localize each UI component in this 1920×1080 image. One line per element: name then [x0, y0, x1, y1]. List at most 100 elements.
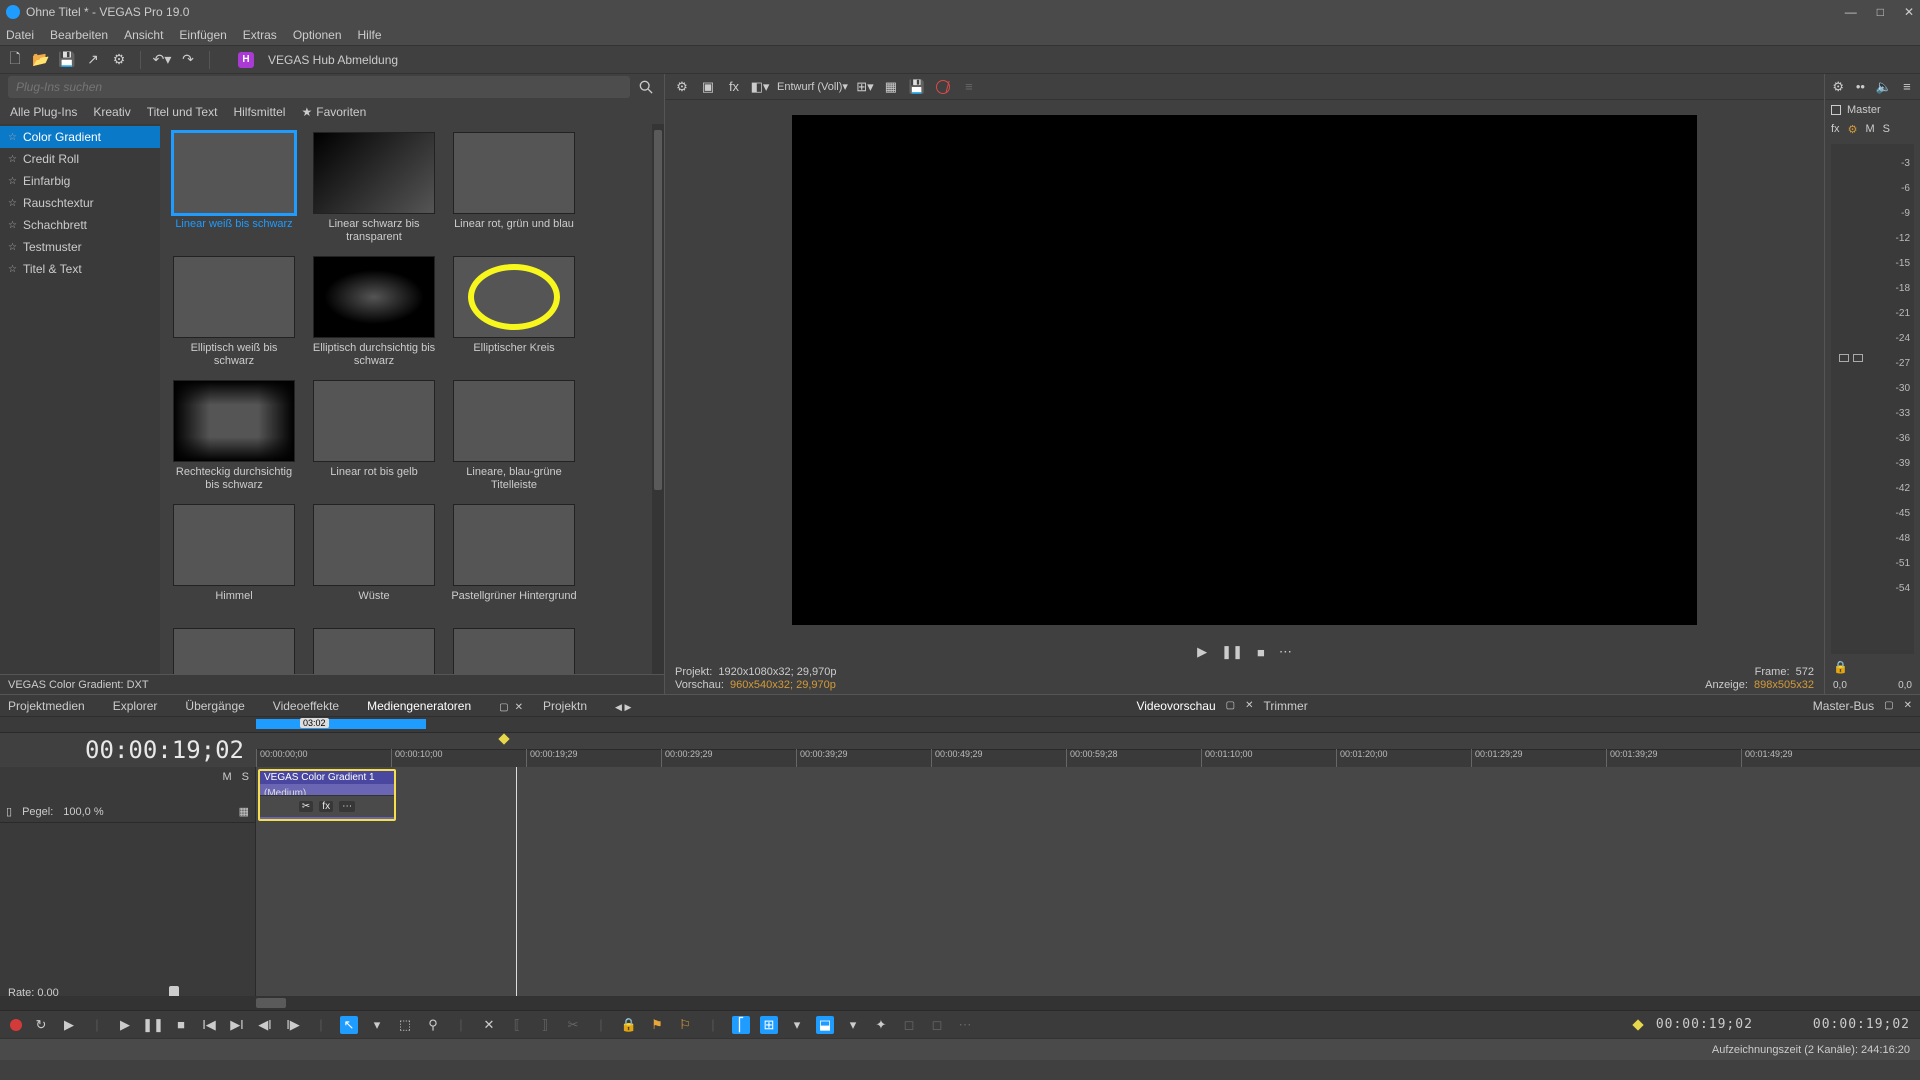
prev-frame-button[interactable]: ◀I	[256, 1016, 274, 1034]
marker-region-icon[interactable]: ⚐	[676, 1016, 694, 1034]
save-icon[interactable]: 💾	[58, 51, 76, 69]
preset-thumbnail[interactable]	[173, 628, 295, 674]
auto-ripple-icon[interactable]: ⬓	[816, 1016, 834, 1034]
play-button[interactable]: ▶	[116, 1016, 134, 1034]
clip-more-icon[interactable]: ⋯	[339, 801, 355, 812]
ruler-tick[interactable]: 00:00:39;29	[796, 749, 848, 767]
auto-crossfade-icon[interactable]: ✦	[872, 1016, 890, 1034]
preset-item[interactable]: Linear rot, grün und blau	[450, 132, 578, 244]
preview-snapshot-icon[interactable]: 💾	[908, 78, 926, 96]
trim-end-icon[interactable]: ⟧	[536, 1016, 554, 1034]
track-solo-button[interactable]: S	[242, 771, 249, 783]
timeline-clip[interactable]: VEGAS Color Gradient 1 (Medium) ✂ fx ⋯	[258, 769, 396, 821]
tab-close-icon[interactable]: ✕	[1904, 700, 1912, 711]
ruler-tick[interactable]: 00:00:49;29	[931, 749, 983, 767]
meter-lock-icon[interactable]: 🔒	[1833, 660, 1848, 674]
category-tab[interactable]: Alle Plug-Ins	[10, 105, 77, 119]
category-tab[interactable]: Kreativ	[93, 105, 130, 119]
preview-quality-dropdown[interactable]: Entwurf (Voll)▾	[777, 80, 848, 93]
preset-scrollbar[interactable]	[652, 124, 664, 674]
loop-play-button[interactable]: ↻	[32, 1016, 50, 1034]
split-icon[interactable]: ✂	[564, 1016, 582, 1034]
zoom-tool-icon[interactable]: ⚲	[424, 1016, 442, 1034]
ruler-tick[interactable]: 00:01:49;29	[1741, 749, 1793, 767]
panel-tab[interactable]: Videovorschau	[1136, 699, 1215, 713]
timecode-display[interactable]: 00:00:19;02	[0, 736, 256, 764]
tab-pin-icon[interactable]: ▢	[1884, 700, 1893, 711]
preset-item[interactable]: Elliptisch durchsichtig bis schwarz	[310, 256, 438, 368]
preset-thumbnail[interactable]	[453, 256, 575, 338]
preset-thumbnail[interactable]	[453, 132, 575, 214]
preset-thumbnail[interactable]	[173, 504, 295, 586]
menu-hilfe[interactable]: Hilfe	[358, 28, 382, 42]
preset-thumbnail[interactable]	[453, 380, 575, 462]
snap-grid-icon[interactable]: ⊞	[760, 1016, 778, 1034]
menu-optionen[interactable]: Optionen	[293, 28, 342, 42]
menu-extras[interactable]: Extras	[243, 28, 277, 42]
plugin-search-input[interactable]	[8, 76, 630, 98]
meter-sliders-icon[interactable]: ≡	[1900, 78, 1914, 96]
panel-tab[interactable]: Explorer	[113, 699, 158, 713]
lock-icon[interactable]: 🔒	[620, 1016, 638, 1034]
ruler-tick[interactable]: 00:00:00;00	[256, 749, 308, 767]
panel-tab[interactable]: Projektmedien	[8, 699, 85, 713]
sidebar-item[interactable]: ☆Credit Roll	[0, 148, 160, 170]
preset-item[interactable]	[450, 628, 578, 674]
tab-pin-icon[interactable]: ▢	[1226, 700, 1235, 711]
ruler-tick[interactable]: 00:00:19;29	[526, 749, 578, 767]
tab-master-bus[interactable]: Master-Bus	[1813, 699, 1874, 713]
preset-item[interactable]: Himmel	[170, 504, 298, 616]
play-start-button[interactable]: ▶	[60, 1016, 78, 1034]
panel-tab[interactable]: Projektn	[543, 699, 587, 713]
preview-more-button[interactable]: ⋯	[1279, 644, 1292, 660]
preset-item[interactable]: Rechteckig durchsichtig bis schwarz	[170, 380, 298, 492]
search-icon[interactable]	[636, 77, 656, 97]
preset-thumbnail[interactable]	[453, 504, 575, 586]
preset-thumbnail[interactable]	[453, 628, 575, 674]
pause-button[interactable]: ❚❚	[144, 1016, 162, 1034]
preset-item[interactable]: Wüste	[310, 504, 438, 616]
category-tab[interactable]: Hilfsmittel	[233, 105, 285, 119]
master-settings2-icon[interactable]: ⚙	[1848, 123, 1858, 136]
ruler-tick[interactable]: 00:01:20;00	[1336, 749, 1388, 767]
preset-item[interactable]: Pastellgrüner Hintergrund	[450, 504, 578, 616]
ruler-tick[interactable]: 00:01:39;29	[1606, 749, 1658, 767]
master-checkbox-icon[interactable]	[1831, 105, 1841, 115]
preset-item[interactable]	[170, 628, 298, 674]
preset-thumbnail[interactable]	[313, 132, 435, 214]
tool-dropdown-icon[interactable]: ▾	[368, 1016, 386, 1034]
marker-flag-icon[interactable]: ⚑	[648, 1016, 666, 1034]
meter-dim-icon[interactable]: ••	[1853, 78, 1867, 96]
redo-icon[interactable]: ↷	[179, 51, 197, 69]
hub-badge-icon[interactable]: H	[238, 52, 254, 68]
preset-item[interactable]: Linear schwarz bis transparent	[310, 132, 438, 244]
snap-options-icon[interactable]: ▾	[788, 1016, 806, 1034]
ruler-tick[interactable]: 00:00:10;00	[391, 749, 443, 767]
track-level-value[interactable]: 100,0 %	[63, 806, 103, 818]
preview-menu-icon[interactable]: ≡	[960, 78, 978, 96]
timecode-field-right[interactable]: 00:00:19;02	[1813, 1017, 1910, 1032]
go-end-button[interactable]: ▶I	[228, 1016, 246, 1034]
ruler-tick[interactable]: 00:01:29;29	[1471, 749, 1523, 767]
record-button[interactable]	[10, 1019, 22, 1031]
preview-split-icon[interactable]: ◧▾	[751, 78, 769, 96]
preset-thumbnail[interactable]	[313, 380, 435, 462]
misc-icon-2[interactable]: ◻	[928, 1016, 946, 1034]
undo-icon[interactable]: ↶▾	[153, 51, 171, 69]
preset-thumbnail[interactable]	[313, 256, 435, 338]
render-icon[interactable]: ↗	[84, 51, 102, 69]
preview-pause-button[interactable]: ❚❚	[1221, 644, 1243, 660]
preset-item[interactable]: Lineare, blau-grüne Titelleiste	[450, 380, 578, 492]
preset-thumbnail[interactable]	[173, 380, 295, 462]
ruler-tick[interactable]: 00:01:10;00	[1201, 749, 1253, 767]
master-fx-icon[interactable]: fx	[1831, 123, 1840, 135]
preset-item[interactable]	[310, 628, 438, 674]
track-header[interactable]: M S ▯ Pegel: 100,0 % ▦	[0, 767, 255, 823]
window-maximize-button[interactable]: □	[1877, 5, 1884, 19]
track-mute-button[interactable]: M	[222, 771, 231, 783]
trim-start-icon[interactable]: ⟦	[508, 1016, 526, 1034]
panel-tab[interactable]: Trimmer	[1263, 699, 1307, 713]
menu-ansicht[interactable]: Ansicht	[124, 28, 163, 42]
ripple-options-icon[interactable]: ▾	[844, 1016, 862, 1034]
sidebar-item[interactable]: ☆Rauschtextur	[0, 192, 160, 214]
